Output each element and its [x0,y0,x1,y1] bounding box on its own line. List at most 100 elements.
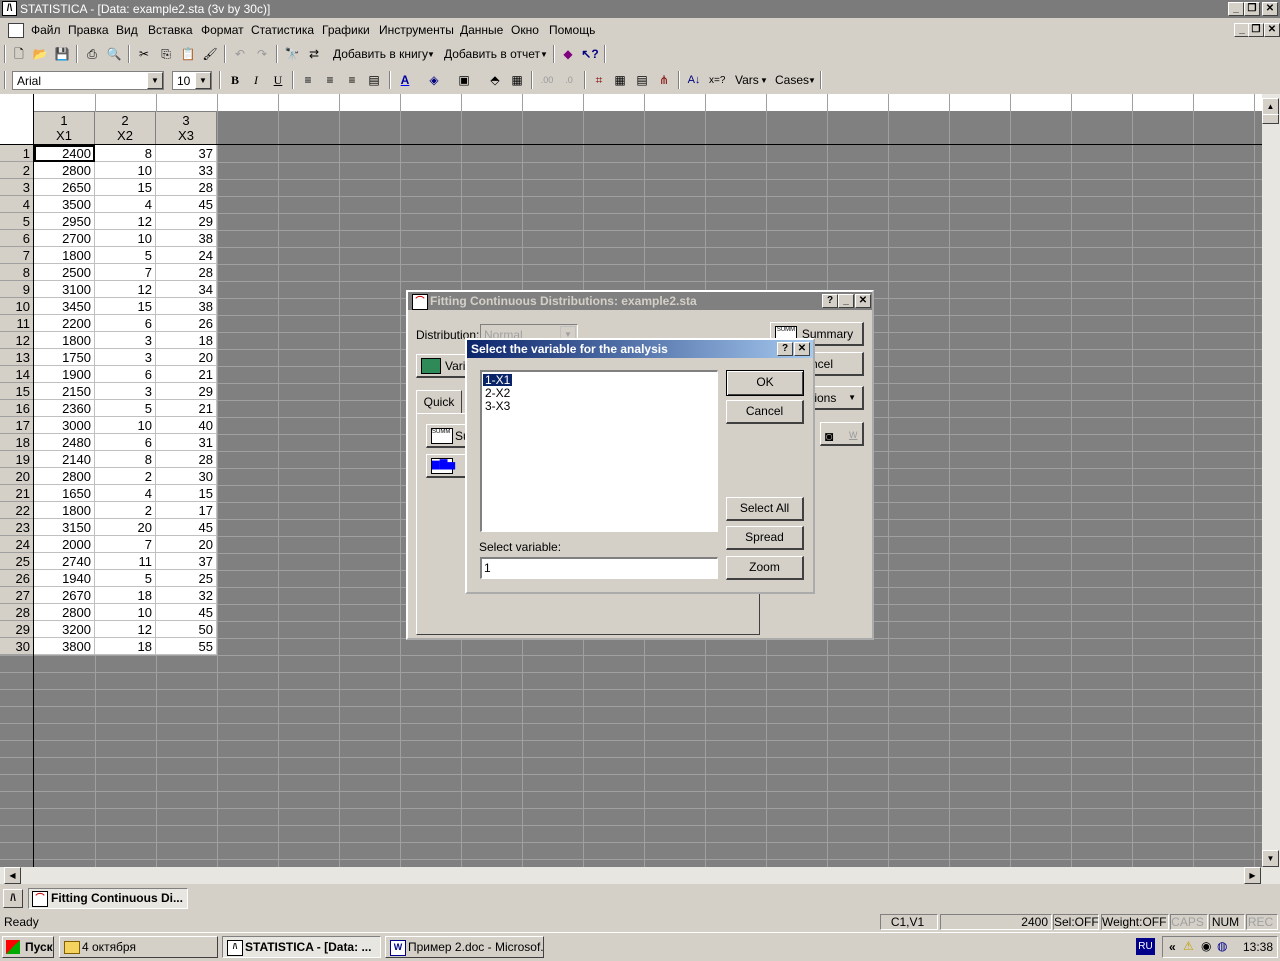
bold-button[interactable]: B [226,71,244,89]
filter-icon[interactable]: ⋔ [655,71,673,89]
table-cell[interactable]: 28 [156,264,217,281]
chevron-down-icon[interactable]: ▼ [808,76,816,85]
cancel-button[interactable]: Cancel [726,400,804,424]
number-format-icon[interactable]: ▤ [365,71,383,89]
table-cell[interactable]: 17 [156,502,217,519]
ok-button[interactable]: OK [726,370,804,396]
row-header[interactable]: 22 [0,502,34,519]
row-header[interactable]: 4 [0,196,34,213]
table-cell[interactable]: 2480 [34,434,95,451]
table-cell[interactable]: 15 [95,298,156,315]
table-cell[interactable]: 32 [156,587,217,604]
table-cell[interactable]: 8 [95,145,156,162]
decrease-decimal-icon[interactable]: .0 [560,71,578,89]
menu-help[interactable]: Помощь [549,23,595,37]
menu-statistics[interactable]: Статистика [251,23,314,37]
table-cell[interactable]: 2360 [34,400,95,417]
table-cell[interactable]: 2800 [34,162,95,179]
font-name-select[interactable]: Arial ▼ [12,71,164,90]
minimize-icon[interactable]: _ [1228,2,1244,16]
scroll-up-icon[interactable]: ▲ [1262,98,1279,115]
increase-decimal-icon[interactable]: .00 [538,71,556,89]
row-header[interactable]: 21 [0,485,34,502]
list-item[interactable]: 1-X1 [481,373,514,387]
add-to-report-button[interactable]: Добавить в отчет [444,47,540,61]
row-header[interactable]: 20 [0,468,34,485]
vars-menu[interactable]: Vars [735,73,759,87]
row-header[interactable]: 19 [0,451,34,468]
minimize-icon[interactable]: _ [838,294,854,308]
antivirus-icon[interactable]: ◍ [1217,939,1227,953]
save-icon[interactable]: 💾 [53,45,71,63]
start-button[interactable]: Пуск [2,936,54,958]
close-icon[interactable]: ✕ [794,342,810,356]
close-icon[interactable]: ✕ [855,294,871,308]
table-cell[interactable]: 3100 [34,281,95,298]
table-cell[interactable]: 20 [156,349,217,366]
menu-file[interactable]: Файл [31,23,61,37]
table-cell[interactable]: 3 [95,349,156,366]
table-cell[interactable]: 8 [95,451,156,468]
row-header[interactable]: 5 [0,213,34,230]
table-cell[interactable]: 10 [95,417,156,434]
list-item[interactable]: 2-X2 [483,387,512,399]
table-cell[interactable]: 4 [95,196,156,213]
table-cell[interactable]: 2650 [34,179,95,196]
table-cell[interactable]: 37 [156,553,217,570]
table-cell[interactable]: 31 [156,434,217,451]
table-cell[interactable]: 15 [156,485,217,502]
var-specs-icon[interactable]: ▦ [611,71,629,89]
marker-icon[interactable]: ⬘ [486,71,504,89]
table-cell[interactable]: 12 [95,621,156,638]
table-cell[interactable]: 7 [95,536,156,553]
table-cell[interactable]: 18 [95,587,156,604]
table-cell[interactable]: 2000 [34,536,95,553]
zoom-button[interactable]: Zoom [726,556,804,580]
statistica-icon[interactable]: /\ [2,1,17,16]
table-cell[interactable]: 2800 [34,604,95,621]
row-header[interactable]: 17 [0,417,34,434]
table-cell[interactable]: 2400 [34,145,95,162]
tray-expand-icon[interactable]: « [1169,940,1176,954]
table-cell[interactable]: 3200 [34,621,95,638]
table-cell[interactable]: 3000 [34,417,95,434]
replace-icon[interactable]: ⇄ [305,45,323,63]
row-header[interactable]: 24 [0,536,34,553]
scroll-thumb[interactable] [1262,114,1279,124]
row-header[interactable]: 23 [0,519,34,536]
all-specs-icon[interactable]: ▤ [633,71,651,89]
align-right-icon[interactable]: ≡ [343,71,361,89]
chevron-down-icon[interactable]: ▼ [147,72,163,89]
paste-icon[interactable]: 📋 [179,45,197,63]
table-cell[interactable]: 45 [156,196,217,213]
table-cell[interactable]: 6 [95,434,156,451]
table-cell[interactable]: 1800 [34,247,95,264]
table-cell[interactable]: 2200 [34,315,95,332]
sort-icon[interactable]: A↓ [685,71,703,89]
corner-cell[interactable] [0,94,34,145]
print-preview-icon[interactable]: 🔍 [105,45,123,63]
table-cell[interactable]: 18 [156,332,217,349]
select-all-button[interactable]: Select All [726,497,804,521]
table-cell[interactable]: 34 [156,281,217,298]
table-cell[interactable]: 1750 [34,349,95,366]
row-header[interactable]: 3 [0,179,34,196]
format-painter-icon[interactable]: 🖌 [201,45,219,63]
histogram-button[interactable]: ▆▇▅ [426,454,470,478]
table-cell[interactable]: 50 [156,621,217,638]
row-header[interactable]: 12 [0,332,34,349]
help-icon[interactable]: ? [822,294,838,308]
table-cell[interactable]: 29 [156,383,217,400]
table-cell[interactable]: 2500 [34,264,95,281]
row-header[interactable]: 10 [0,298,34,315]
add-to-book-button[interactable]: Добавить в книгу [333,47,428,61]
row-header[interactable]: 28 [0,604,34,621]
column-header[interactable]: 2 X2 [95,112,156,145]
table-cell[interactable]: 2 [95,468,156,485]
scroll-left-icon[interactable]: ◀ [4,867,21,884]
book-icon[interactable]: ◆ [559,45,577,63]
table-cell[interactable]: 11 [95,553,156,570]
undo-icon[interactable]: ↶ [231,45,249,63]
horizontal-scrollbar[interactable]: ◀ ▶ [0,867,1262,884]
table-cell[interactable]: 2 [95,502,156,519]
